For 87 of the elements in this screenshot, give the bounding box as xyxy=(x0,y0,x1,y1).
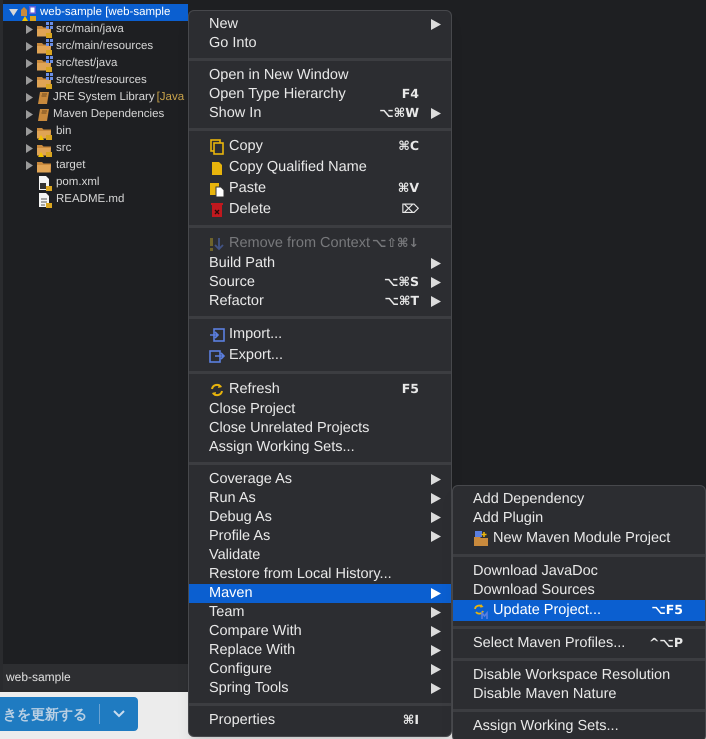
refresh-icon xyxy=(209,382,225,398)
menu-item[interactable]: Compare With xyxy=(189,622,451,641)
book-icon xyxy=(36,106,51,122)
package-folder-icon xyxy=(36,72,54,88)
tree-item[interactable]: README.md xyxy=(3,191,124,208)
shortcut-text: ⌥⌘W xyxy=(379,104,419,122)
menu-item[interactable]: Download JavaDoc xyxy=(453,562,705,581)
menu-item[interactable]: Update Project... ⌥F5 xyxy=(453,600,705,621)
menu-item[interactable]: Show In ⌥⌘W xyxy=(189,104,451,123)
shortcut-text: F5 xyxy=(402,380,419,398)
export-icon xyxy=(209,348,225,364)
shortcut-text: ⌥⇧⌘↓ xyxy=(372,234,419,252)
import-icon xyxy=(209,326,225,342)
project-icon xyxy=(20,4,38,20)
tree-item[interactable]: web-sample [web-sample xyxy=(3,4,188,21)
menu-item[interactable]: Replace With xyxy=(189,641,451,660)
menu-item[interactable]: Copy Qualified Name xyxy=(189,157,451,178)
menu-item[interactable]: Copy ⌘C xyxy=(189,136,451,157)
menu-item[interactable]: New Maven Module Project xyxy=(453,528,705,549)
menu-item[interactable]: Open Type Hierarchy F4 xyxy=(189,85,451,104)
menu-item[interactable]: Debug As xyxy=(189,508,451,527)
shortcut-text: ⌦ xyxy=(401,200,419,218)
shortcut-text: ⌥⌘S xyxy=(384,273,419,292)
menu-item[interactable]: Configure xyxy=(189,660,451,679)
menu-item[interactable]: Team xyxy=(189,603,451,622)
tree-item[interactable]: src/test/java xyxy=(3,55,118,72)
menu-item[interactable]: Source ⌥⌘S xyxy=(189,273,451,292)
shortcut-text: ⌥⌘T xyxy=(384,292,419,310)
sync-icon xyxy=(473,602,489,618)
tree-item[interactable]: JRE System Library [Java xyxy=(3,89,184,106)
tree-item[interactable]: src/main/resources xyxy=(3,38,154,55)
shortcut-text: ⌘C xyxy=(398,137,419,156)
paste-icon xyxy=(209,180,225,196)
menu-item[interactable]: Disable Maven Nature xyxy=(453,685,705,704)
shortcut-text: F4 xyxy=(402,85,419,104)
trash-icon xyxy=(209,202,225,218)
tree-item[interactable]: src xyxy=(3,140,72,157)
copy-icon xyxy=(209,138,225,154)
menu-item[interactable]: Add Plugin xyxy=(453,509,705,528)
menu-item[interactable]: Assign Working Sets... xyxy=(453,717,705,736)
file-icon xyxy=(36,192,54,208)
menu-item[interactable]: Delete ⌦ xyxy=(189,199,451,220)
menu-item[interactable]: Close Project xyxy=(189,400,451,419)
status-text: web-sample xyxy=(6,669,71,686)
tree-item[interactable]: pom.xml xyxy=(3,174,100,191)
tree-item[interactable]: src/test/resources xyxy=(3,72,147,89)
menu-item[interactable]: Properties ⌘I xyxy=(189,711,451,730)
menu-item[interactable]: Close Unrelated Projects xyxy=(189,419,451,438)
menu-item[interactable]: Spring Tools xyxy=(189,679,451,698)
menu-item[interactable]: Profile As xyxy=(189,527,451,546)
menu-item[interactable]: Refresh F5 xyxy=(189,379,451,400)
shortcut-text: ^⌥P xyxy=(648,634,683,652)
menu-item[interactable]: Export... xyxy=(189,345,451,366)
book-icon xyxy=(36,90,51,106)
tree-item[interactable]: target xyxy=(3,157,86,174)
menu-item[interactable]: Maven xyxy=(189,584,451,603)
menu-item[interactable]: Assign Working Sets... xyxy=(189,438,451,457)
exclamation-arrow-icon xyxy=(209,236,225,252)
menu-item[interactable]: Restore from Local History... xyxy=(189,565,451,584)
menu-item[interactable]: Disable Workspace Resolution xyxy=(453,666,705,685)
menu-item[interactable]: Validate xyxy=(189,546,451,565)
menu-item[interactable]: Refactor ⌥⌘T xyxy=(189,292,451,311)
menu-item[interactable]: Open in New Window xyxy=(189,66,451,85)
menu-item[interactable]: Import... xyxy=(189,324,451,345)
menu-item[interactable]: Build Path xyxy=(189,254,451,273)
menu-item[interactable]: Run As xyxy=(189,489,451,508)
menu-item[interactable]: Select Maven Profiles... ^⌥P xyxy=(453,634,705,653)
package-folder-icon xyxy=(36,38,54,54)
shortcut-text: ⌘I xyxy=(402,711,419,730)
package-folder-icon xyxy=(36,56,54,72)
shortcut-text: ⌘V xyxy=(398,179,419,198)
menu-item[interactable]: Paste ⌘V xyxy=(189,178,451,199)
file-icon xyxy=(36,174,54,190)
tree-item[interactable]: bin xyxy=(3,123,72,140)
chevron-down-icon xyxy=(113,710,125,718)
menu-item[interactable]: Download Sources xyxy=(453,581,705,600)
decoration-text: [Java xyxy=(156,90,184,105)
tree-item[interactable]: src/main/java xyxy=(3,21,124,38)
package-folder-icon xyxy=(36,22,54,38)
document-icon xyxy=(209,160,225,176)
menu-item[interactable]: Coverage As xyxy=(189,470,451,489)
menu-item[interactable]: Go Into xyxy=(189,34,451,53)
menu-item[interactable]: Add Dependency xyxy=(453,490,705,509)
module-folder-icon xyxy=(473,530,489,546)
tree-item[interactable]: Maven Dependencies xyxy=(3,106,164,123)
menu-item[interactable]: New xyxy=(189,15,451,34)
shortcut-text: ⌥F5 xyxy=(651,601,683,620)
